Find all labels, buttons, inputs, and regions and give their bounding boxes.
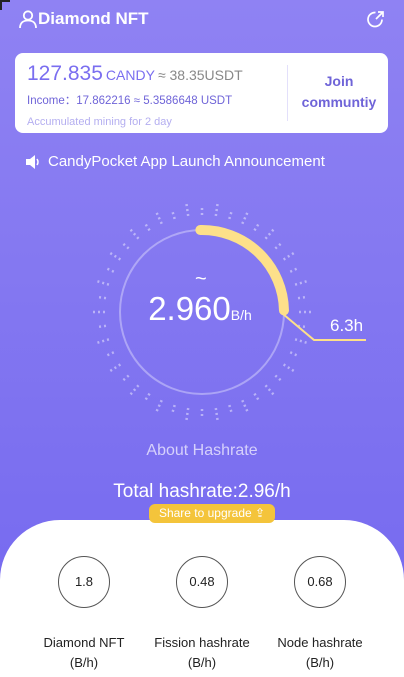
gauge-dot [228,404,233,414]
page-title: Diamond NFT [38,9,149,28]
gauge-dot [264,227,276,240]
stat-label: Diamond NFT (B/h) [29,633,139,673]
balance-card: 127.835 CANDY ≈ 38.35USDT Income：17.862216… [15,53,388,133]
gauge-dot [294,338,309,345]
gauge-value-display: 2.960B/h [120,290,280,328]
stat-value-circle: 1.8 [58,556,110,608]
stat-label: Node hashrate (B/h) [265,633,375,673]
balance-amount: 127.835 [27,62,103,85]
stat-label: Fission hashrate (B/h) [147,633,257,673]
gauge-dot [154,210,163,225]
stat-label-name: Diamond NFT [43,635,125,650]
balance-row: 127.835 CANDY ≈ 38.35USDT [27,62,243,86]
gauge-dot [214,201,220,217]
stat-fission-hashrate: 0.48 Fission hashrate (B/h) [147,556,257,673]
card-divider [287,65,288,121]
user-icon[interactable] [18,9,38,29]
gauge-dot [107,250,122,261]
gauge-dot [297,295,307,300]
gauge-dot [274,374,283,382]
stat-label-unit: (B/h) [305,655,335,670]
gauge-dot [95,338,110,345]
stat-label-unit: (B/h) [69,655,99,670]
gauge-dot [97,324,107,329]
stat-diamond-nft: 1.8 Diamond NFT (B/h) [29,556,139,673]
gauge-dot [128,227,140,240]
gauge-dot [171,210,176,220]
stat-label-unit: (B/h) [187,655,217,670]
gauge-dot [128,384,140,397]
gauge-dot [105,351,115,357]
gauge-dot [282,250,297,261]
stat-label-name: Node hashrate [277,635,363,650]
gauge-dot [294,279,309,286]
balance-unit: CANDY [105,67,155,83]
share-icon[interactable] [366,9,386,29]
gauge-dot [253,392,260,402]
speaker-icon [26,155,39,169]
gauge-dot [144,222,151,232]
gauge-dot [95,279,110,286]
header: Diamond NFT [0,0,404,38]
gauge-dot [97,295,107,300]
gauge-dot [121,374,130,382]
balance-usdt-equiv: ≈ 38.35USDT [157,67,243,83]
stat-node-hashrate: 0.68 Node hashrate (B/h) [265,556,375,673]
gauge-dot [264,384,276,397]
accumulated-mining-text: Accumulated mining for 2 day [27,116,172,128]
gauge-dot [253,222,260,232]
gauge-dot [289,351,299,357]
stat-label-name: Fission hashrate [154,635,250,650]
gauge-tilde: ~ [195,268,207,290]
gauge-dot [274,242,283,250]
gauge-dot [121,242,130,250]
join-community-button[interactable]: Join communtiy [293,71,385,113]
gauge-dot [214,407,220,423]
gauge-dot [241,399,250,414]
gauge-dot [228,210,233,220]
gauge-dot [144,392,151,402]
stat-value-circle: 0.68 [294,556,346,608]
share-to-upgrade-button[interactable]: Share to upgrade ⇪ [149,504,275,523]
gauge-dot [282,363,297,374]
gauge-unit: B/h [230,307,252,323]
hashrate-gauge: ~ 2.960B/h 6.3h [0,180,404,440]
gauge-dot [184,407,190,423]
income-text: Income：17.862216 ≈ 5.3586648 USDT [27,95,233,107]
stats-panel: 1.8 Diamond NFT (B/h) 0.48 Fission hashr… [0,520,404,677]
gauge-dot [184,201,190,217]
gauge-dot [107,363,122,374]
gauge-time-label: 6.3h [330,316,364,335]
gauge-value: 2.960 [148,290,231,327]
gauge-dot [289,267,299,273]
total-hashrate: Total hashrate:2.96/h [113,481,291,502]
about-hashrate-link[interactable]: About Hashrate [0,442,404,460]
gauge-dot [105,267,115,273]
gauge-dot [154,399,163,414]
gauge-dot [241,210,250,225]
announcement-text: CandyPocket App Launch Announcement [48,153,325,170]
stat-value-circle: 0.48 [176,556,228,608]
gauge-dot [171,404,176,414]
